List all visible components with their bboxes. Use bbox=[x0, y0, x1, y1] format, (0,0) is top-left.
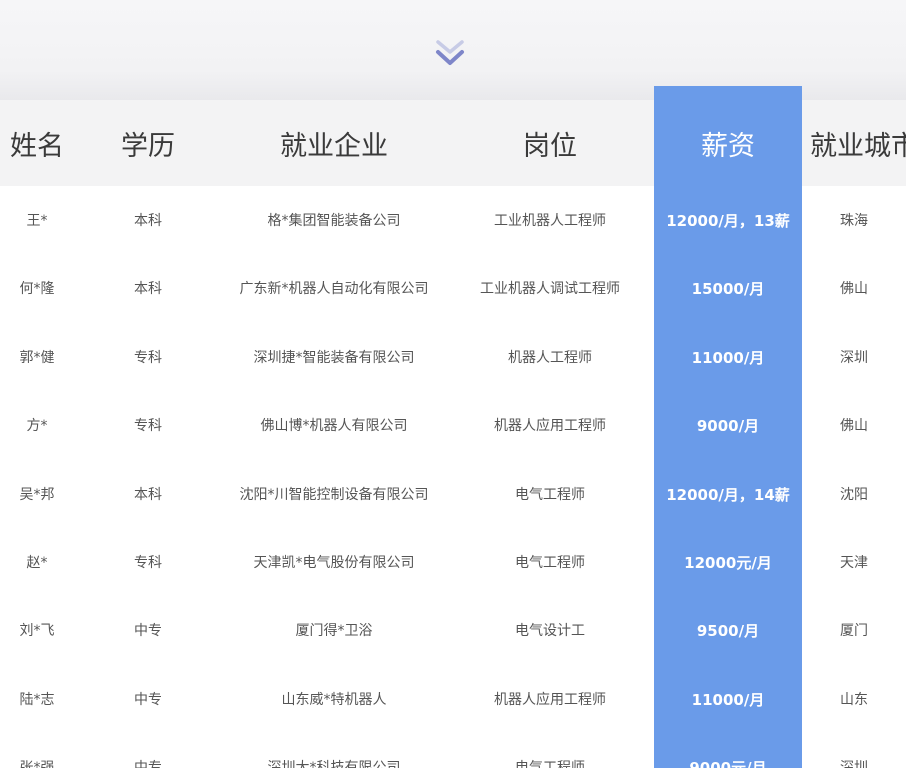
cell-city: 珠海 bbox=[840, 213, 868, 229]
double-chevron-down-icon[interactable] bbox=[430, 34, 470, 74]
cell-salary: 15000/月 bbox=[691, 279, 765, 298]
cell-salary: 9500/月 bbox=[696, 621, 760, 640]
cell-city: 佛山 bbox=[840, 418, 868, 434]
cell-name: 郭*健 bbox=[19, 350, 55, 366]
header-company: 就业企业 bbox=[280, 130, 388, 162]
cell-city: 厦门 bbox=[840, 623, 868, 639]
cell-city: 沈阳 bbox=[840, 487, 868, 503]
cell-city: 山东 bbox=[840, 692, 868, 708]
cell-education: 中专 bbox=[134, 760, 162, 768]
cell-salary: 12000/月，14薪 bbox=[666, 485, 790, 504]
cell-position: 工业机器人调试工程师 bbox=[480, 281, 620, 297]
cell-position: 机器人工程师 bbox=[508, 350, 592, 366]
cell-education: 本科 bbox=[134, 281, 162, 297]
cell-position: 电气工程师 bbox=[515, 760, 585, 768]
header-position: 岗位 bbox=[523, 130, 577, 162]
cell-education: 中专 bbox=[134, 623, 162, 639]
cell-company: 广东新*机器人自动化有限公司 bbox=[239, 281, 429, 297]
cell-company: 佛山博*机器人有限公司 bbox=[260, 418, 408, 434]
cell-name: 张*强 bbox=[19, 760, 55, 768]
cell-company: 沈阳*川智能控制设备有限公司 bbox=[239, 487, 429, 503]
cell-position: 电气工程师 bbox=[515, 555, 585, 571]
cell-salary: 9000元/月 bbox=[689, 758, 767, 768]
cell-company: 深圳大*科技有限公司 bbox=[267, 760, 401, 768]
top-band bbox=[0, 0, 906, 100]
cell-position: 电气设计工 bbox=[515, 623, 585, 639]
cell-company: 山东威*特机器人 bbox=[281, 692, 387, 708]
cell-company: 天津凯*电气股份有限公司 bbox=[253, 555, 415, 571]
employment-table: 姓名 学历 就业企业 岗位 薪资 就业城市 王* 本科 格*集团智能装备公司 工业机器… bbox=[0, 86, 906, 768]
cell-city: 深圳 bbox=[840, 760, 868, 768]
cell-position: 机器人应用工程师 bbox=[494, 692, 606, 708]
cell-name: 赵* bbox=[26, 555, 48, 571]
cell-education: 中专 bbox=[134, 692, 162, 708]
cell-education: 本科 bbox=[134, 487, 162, 503]
cell-education: 专科 bbox=[134, 555, 162, 571]
cell-company: 格*集团智能装备公司 bbox=[267, 213, 401, 229]
cell-company: 厦门得*卫浴 bbox=[295, 623, 373, 639]
cell-salary: 12000/月，13薪 bbox=[666, 211, 790, 230]
cell-company: 深圳捷*智能装备有限公司 bbox=[253, 350, 415, 366]
cell-education: 专科 bbox=[134, 350, 162, 366]
cell-name: 吴*邦 bbox=[19, 487, 55, 503]
cell-position: 机器人应用工程师 bbox=[494, 418, 606, 434]
cell-city: 佛山 bbox=[840, 281, 868, 297]
cell-name: 刘*飞 bbox=[19, 623, 55, 639]
page: 姓名 学历 就业企业 岗位 薪资 就业城市 王* 本科 格*集团智能装备公司 工业机器… bbox=[0, 0, 906, 768]
header-education: 学历 bbox=[121, 130, 175, 162]
cell-name: 王* bbox=[26, 213, 48, 229]
header-salary: 薪资 bbox=[701, 130, 755, 162]
cell-name: 陆*志 bbox=[19, 692, 55, 708]
cell-city: 天津 bbox=[840, 555, 868, 571]
cell-position: 电气工程师 bbox=[515, 487, 585, 503]
cell-city: 深圳 bbox=[840, 350, 868, 366]
cell-salary: 9000/月 bbox=[696, 416, 760, 435]
header-city: 就业城市 bbox=[810, 130, 906, 162]
header-name: 姓名 bbox=[10, 130, 64, 162]
cell-name: 何*隆 bbox=[19, 281, 55, 297]
cell-education: 本科 bbox=[134, 213, 162, 229]
cell-position: 工业机器人工程师 bbox=[494, 213, 606, 229]
cell-education: 专科 bbox=[134, 418, 162, 434]
cell-name: 方* bbox=[26, 418, 48, 434]
cell-salary: 12000元/月 bbox=[684, 553, 772, 572]
cell-salary: 11000/月 bbox=[691, 690, 765, 709]
cell-salary: 11000/月 bbox=[691, 348, 765, 367]
